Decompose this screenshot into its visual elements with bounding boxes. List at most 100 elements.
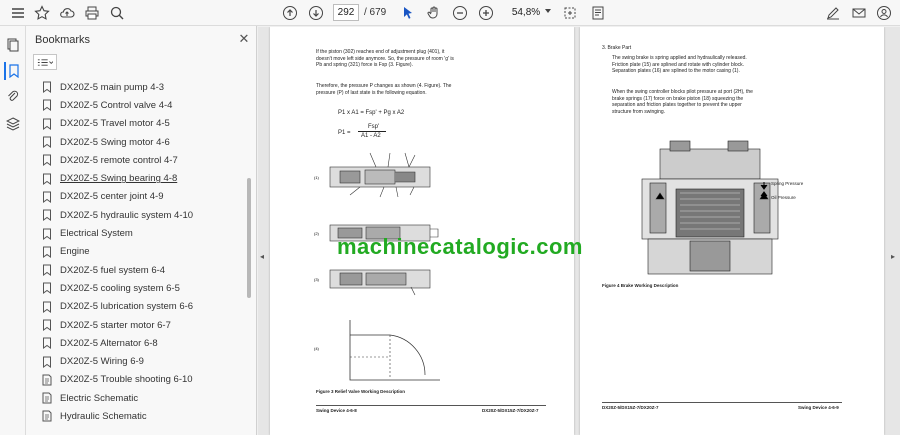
email-icon[interactable] xyxy=(849,3,869,23)
fit-page-icon[interactable] xyxy=(560,3,580,23)
bookmark-doc-icon xyxy=(40,409,54,423)
bookmark-label: DX20Z-5 hydraulic system 4-10 xyxy=(60,209,194,221)
bookmark-item[interactable]: DX20Z-5 lubrication system 6-6 xyxy=(40,298,244,316)
bookmark-icon xyxy=(40,208,54,222)
bookmark-label: Hydraulic Schematic xyxy=(60,410,147,422)
bookmark-label: DX20Z-5 center joint 4-9 xyxy=(60,191,164,203)
legend-spring-pressure: Spring Pressure xyxy=(771,181,804,186)
bookmarks-panel: Bookmarks ✕ DX20Z-5 main pump 4-3 DX20Z-5… xyxy=(26,26,257,435)
zoom-in-icon[interactable] xyxy=(476,3,496,23)
list-options-icon xyxy=(37,58,53,66)
relief-valve-diagram: (1) (2) (3) (4) xyxy=(314,152,440,381)
pdf-page-right: 3. Brake Part The swing brake is spring … xyxy=(580,27,884,435)
bookmark-icon xyxy=(40,135,54,149)
upload-cloud-icon[interactable] xyxy=(57,3,77,23)
bookmark-item[interactable]: Electric Schematic xyxy=(40,389,244,407)
bookmark-options-button[interactable] xyxy=(33,54,57,70)
zoom-caret-icon[interactable] xyxy=(545,9,551,13)
print-icon[interactable] xyxy=(82,3,102,23)
bookmark-doc-icon xyxy=(40,391,54,405)
bookmark-item[interactable]: DX20Z-5 Control valve 4-4 xyxy=(40,96,244,114)
bookmark-icon xyxy=(40,336,54,350)
bookmark-item[interactable]: Hydraulic Schematic xyxy=(40,407,244,425)
bookmark-item[interactable]: Electrical System xyxy=(40,224,244,242)
bookmark-icon xyxy=(40,80,54,94)
section-heading: 3. Brake Part xyxy=(602,45,632,51)
paragraph-text: The swing brake is spring applied and hy… xyxy=(612,55,747,74)
document-viewport[interactable]: ◂ ▸ If the piston (302) reaches end of a… xyxy=(258,27,900,435)
page-footer-right: DX20Z-5/DX15Z-7/DX20Z-7 xyxy=(482,408,539,413)
svg-text:(1): (1) xyxy=(314,175,320,180)
bookmark-icon xyxy=(40,227,54,241)
equation-text: P1 x A1 = Fsp' + Pg x A2 xyxy=(338,110,405,116)
attachment-icon[interactable] xyxy=(4,88,22,106)
footer-rule xyxy=(316,405,546,406)
equation-denominator: A1 - A2 xyxy=(361,133,381,139)
paragraph-text: If the piston (302) reaches end of adjus… xyxy=(316,49,454,68)
footer-rule xyxy=(602,402,842,403)
bookmark-label: DX20Z-5 Alternator 6-8 xyxy=(60,337,158,349)
sidebar-toggle-icon[interactable] xyxy=(8,3,28,23)
svg-text:(2): (2) xyxy=(314,231,320,236)
bookmark-label: DX20Z-5 Control valve 4-4 xyxy=(60,99,173,111)
svg-text:(4): (4) xyxy=(314,346,320,351)
bookmark-icon xyxy=(40,190,54,204)
close-icon[interactable]: ✕ xyxy=(237,32,251,46)
bookmark-item[interactable]: DX20Z-5 Alternator 6-8 xyxy=(40,334,244,352)
bookmark-item[interactable]: DX20Z-5 Wiring 6-9 xyxy=(40,352,244,370)
bookmark-icon xyxy=(40,281,54,295)
bookmark-icon xyxy=(40,117,54,131)
page-thumbnails-icon[interactable] xyxy=(4,36,22,54)
bookmark-label: DX20Z-5 Swing motor 4-6 xyxy=(60,136,170,148)
watermark-text: machinecatalogic.com xyxy=(337,234,583,259)
legend-oil-pressure: Oil Pressure xyxy=(771,195,796,200)
star-icon[interactable] xyxy=(32,3,52,23)
bookmark-item[interactable]: DX20Z-5 cooling system 6-5 xyxy=(40,279,244,297)
figure-caption: Figure 3 Relief Valve Working Descriptio… xyxy=(316,389,405,394)
read-mode-icon[interactable] xyxy=(588,3,608,23)
bookmark-item[interactable]: DX20Z-5 remote control 4-7 xyxy=(40,151,244,169)
fraction-line xyxy=(358,131,386,132)
page-total-label: / 679 xyxy=(364,7,387,18)
bookmark-item[interactable]: DX20Z-5 main pump 4-3 xyxy=(40,78,244,96)
bookmark-item[interactable]: Engine xyxy=(40,243,244,261)
page-up-icon[interactable] xyxy=(280,3,300,23)
search-icon[interactable] xyxy=(107,3,127,23)
zoom-out-icon[interactable] xyxy=(450,3,470,23)
equation-text: P1 = xyxy=(338,130,351,136)
scrollbar-thumb[interactable] xyxy=(247,178,251,298)
bookmark-item[interactable]: DX20Z-5 center joint 4-9 xyxy=(40,188,244,206)
select-cursor-icon[interactable] xyxy=(398,3,418,23)
bookmark-label: DX20Z-5 Travel motor 4-5 xyxy=(60,118,170,130)
bookmark-label: DX20Z-5 Trouble shooting 6-10 xyxy=(60,374,193,386)
page-down-icon[interactable] xyxy=(306,3,326,23)
hand-tool-icon[interactable] xyxy=(424,3,444,23)
bookmark-icon xyxy=(40,263,54,277)
bookmark-item[interactable]: DX20Z-5 Swing motor 4-6 xyxy=(40,133,244,151)
bookmarks-title: Bookmarks xyxy=(35,34,91,46)
page-number-input[interactable]: 292 xyxy=(333,4,359,21)
scroll-left-icon[interactable]: ◂ xyxy=(260,252,266,261)
layers-icon[interactable] xyxy=(4,115,22,133)
bookmark-label: DX20Z-5 remote control 4-7 xyxy=(60,154,178,166)
bookmark-item[interactable]: DX20Z-5 fuel system 6-4 xyxy=(40,261,244,279)
paragraph-text: Therefore, the pressure P changes as sho… xyxy=(316,83,452,96)
scroll-right-icon[interactable]: ▸ xyxy=(891,252,897,261)
bookmark-item[interactable]: DX20Z-5 Trouble shooting 6-10 xyxy=(40,371,244,389)
top-toolbar: 292 / 679 54,8% xyxy=(0,0,900,26)
bookmark-label: DX20Z-5 fuel system 6-4 xyxy=(60,264,166,276)
bookmark-label: DX20Z-5 main pump 4-3 xyxy=(60,81,165,93)
sign-pen-icon[interactable] xyxy=(823,3,843,23)
pdf-page-left: If the piston (302) reaches end of adjus… xyxy=(270,27,574,435)
bookmark-item[interactable]: DX20Z-5 starter motor 6-7 xyxy=(40,316,244,334)
account-icon[interactable] xyxy=(874,3,894,23)
bookmark-item[interactable]: DX20Z-5 Travel motor 4-5 xyxy=(40,115,244,133)
page-footer-left: DX20Z-5/DX15Z-7/DX20Z-7 xyxy=(602,405,659,410)
bookmark-doc-icon xyxy=(40,373,54,387)
bookmark-item[interactable]: DX20Z-5 hydraulic system 4-10 xyxy=(40,206,244,224)
zoom-level-select[interactable]: 54,8% xyxy=(505,4,547,21)
bookmark-scrollbar[interactable] xyxy=(245,78,253,423)
bookmarks-panel-icon[interactable] xyxy=(4,62,22,80)
bookmark-item[interactable]: DX20Z-5 Swing bearing 4-8 xyxy=(40,169,244,187)
bookmark-icon xyxy=(40,245,54,259)
